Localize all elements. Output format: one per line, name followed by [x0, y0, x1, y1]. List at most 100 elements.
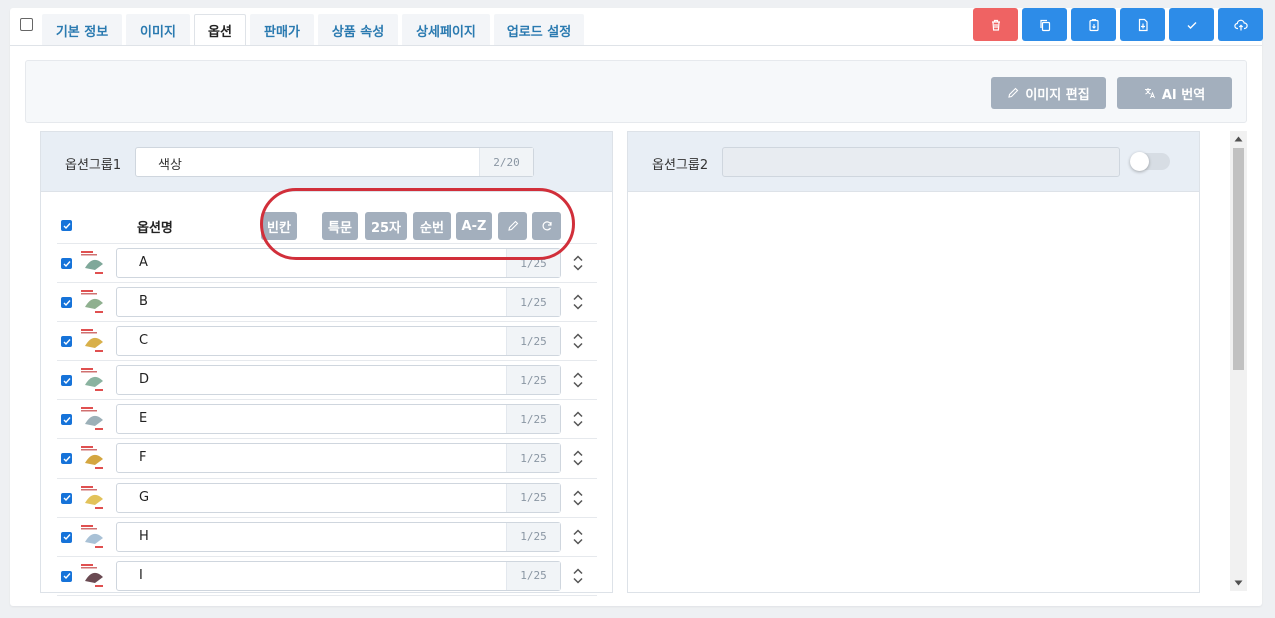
trash-icon — [991, 19, 1000, 31]
tab-price[interactable]: 판매가 — [250, 14, 314, 45]
tab-basic-info[interactable]: 기본 정보 — [42, 14, 122, 45]
checkmark-icon — [63, 299, 71, 306]
option-row: F 1/25 — [57, 439, 597, 479]
checkmark-icon — [63, 573, 71, 580]
option-name-value: G — [139, 489, 150, 505]
reorder-handle-icon[interactable] — [572, 371, 584, 389]
option-name-value: D — [139, 372, 150, 388]
export-button[interactable] — [1120, 8, 1165, 41]
tab-images[interactable]: 이미지 — [126, 14, 190, 45]
tab-upload-settings[interactable]: 업로드 설정 — [494, 14, 584, 45]
checkmark-icon — [63, 456, 71, 462]
option-group-2-label: 옵션그룹2 — [652, 158, 709, 173]
option-char-count: 1/25 — [506, 327, 560, 356]
delete-button[interactable] — [973, 8, 1018, 41]
option-list: A 1/25 B 1/25 C 1/25 D 1/25 E 1/25 F 1/25 G 1/25 H 1/25… — [57, 244, 597, 596]
option-checkbox[interactable] — [61, 570, 72, 582]
option-thumbnail — [79, 523, 107, 550]
option-name-input[interactable]: F 1/25 — [116, 443, 561, 474]
checkmark-icon — [63, 495, 71, 502]
option-checkbox[interactable] — [61, 492, 72, 504]
copy-button[interactable] — [1022, 8, 1067, 41]
option-checkbox[interactable] — [61, 297, 72, 309]
option-name-input[interactable]: E 1/25 — [116, 404, 561, 435]
tab-divider — [10, 45, 1262, 46]
reorder-handle-icon[interactable] — [572, 528, 584, 546]
checkmark-icon — [63, 222, 71, 229]
reorder-handle-icon[interactable] — [572, 254, 584, 272]
scrollbar-thumb[interactable] — [1233, 148, 1244, 370]
ai-translate-button[interactable]: AI 번역 — [1117, 77, 1232, 109]
vertical-scrollbar[interactable] — [1230, 131, 1247, 591]
option-group-2-header: 옵션그룹2 — [628, 132, 1199, 192]
option-name-input[interactable]: I 1/25 — [116, 560, 561, 591]
option-row: E 1/25 — [57, 400, 597, 440]
option-checkbox[interactable] — [61, 375, 72, 387]
option-row: D 1/25 — [57, 361, 597, 401]
pencil-icon — [1008, 87, 1019, 98]
cloud-upload-icon — [1233, 19, 1248, 30]
option-thumbnail — [79, 328, 107, 355]
option-name-input[interactable]: D 1/25 — [116, 365, 561, 396]
clipboard-paste-icon — [1088, 18, 1099, 31]
option-group-2-input[interactable] — [722, 147, 1120, 177]
copy-icon — [1039, 19, 1050, 31]
reorder-handle-icon[interactable] — [572, 489, 584, 507]
checkmark-icon — [63, 534, 71, 541]
edit-image-button[interactable]: 이미지 편집 — [991, 77, 1106, 109]
option-name-input[interactable]: H 1/25 — [116, 521, 561, 552]
option-group-2-toggle[interactable] — [1130, 152, 1170, 171]
option-thumbnail — [79, 406, 107, 433]
option-name-value: E — [139, 411, 148, 427]
checkmark-icon — [63, 260, 71, 267]
option-thumbnail — [79, 562, 107, 589]
option-thumbnail — [79, 367, 107, 394]
option-name-value: A — [139, 255, 148, 270]
reorder-handle-icon[interactable] — [572, 332, 584, 350]
option-checkbox[interactable] — [61, 453, 72, 465]
reorder-handle-icon[interactable] — [572, 293, 584, 311]
option-name-column-title: 옵션명 — [137, 221, 173, 236]
option-toolbar: 이미지 편집 AI 번역 — [25, 60, 1247, 123]
option-name-value: B — [139, 294, 148, 310]
scroll-down-icon[interactable] — [1234, 579, 1243, 587]
scroll-up-icon[interactable] — [1234, 135, 1243, 143]
option-name-input[interactable]: G 1/25 — [116, 482, 561, 513]
option-name-value: C — [139, 333, 149, 349]
option-group-1-header: 옵션그룹1 색상 2/20 — [41, 132, 612, 192]
option-checkbox[interactable] — [61, 414, 72, 426]
option-name-input[interactable]: B 1/25 — [116, 287, 561, 318]
option-checkbox[interactable] — [61, 531, 72, 543]
checkmark-icon — [63, 338, 71, 345]
option-group-1-input[interactable]: 색상 2/20 — [135, 147, 534, 177]
option-char-count: 1/25 — [506, 522, 560, 551]
edit-image-label: 이미지 편집 — [1025, 87, 1090, 103]
tab-detail-page[interactable]: 상세페이지 — [402, 14, 490, 45]
select-all-checkbox[interactable] — [20, 18, 33, 31]
option-group-1-label: 옵션그룹1 — [65, 158, 122, 173]
toggle-knob — [1130, 152, 1149, 171]
ai-translate-label: AI 번역 — [1161, 87, 1206, 103]
tab-options[interactable]: 옵션 — [194, 14, 246, 46]
reorder-handle-icon[interactable] — [572, 449, 584, 467]
option-row: C 1/25 — [57, 322, 597, 362]
option-name-input[interactable]: C 1/25 — [116, 326, 561, 357]
translate-icon — [1144, 88, 1155, 99]
reorder-handle-icon[interactable] — [572, 410, 584, 428]
confirm-button[interactable] — [1169, 8, 1214, 41]
option-checkbox[interactable] — [61, 258, 72, 269]
check-icon — [1187, 21, 1196, 29]
file-export-icon — [1138, 18, 1148, 31]
option-name-value: H — [139, 528, 149, 544]
option-checkbox[interactable] — [61, 336, 72, 348]
checkmark-icon — [63, 416, 71, 423]
paste-button[interactable] — [1071, 8, 1116, 41]
tab-bar: 기본 정보 이미지 옵션 판매가 상품 속성 상세페이지 업로드 설정 — [42, 14, 588, 46]
tab-attributes[interactable]: 상품 속성 — [318, 14, 398, 45]
option-char-count: 1/25 — [506, 405, 560, 434]
select-all-options-checkbox[interactable] — [61, 220, 72, 231]
option-thumbnail — [79, 289, 107, 316]
reorder-handle-icon[interactable] — [572, 567, 584, 585]
option-row: B 1/25 — [57, 283, 597, 323]
upload-button[interactable] — [1218, 8, 1263, 41]
